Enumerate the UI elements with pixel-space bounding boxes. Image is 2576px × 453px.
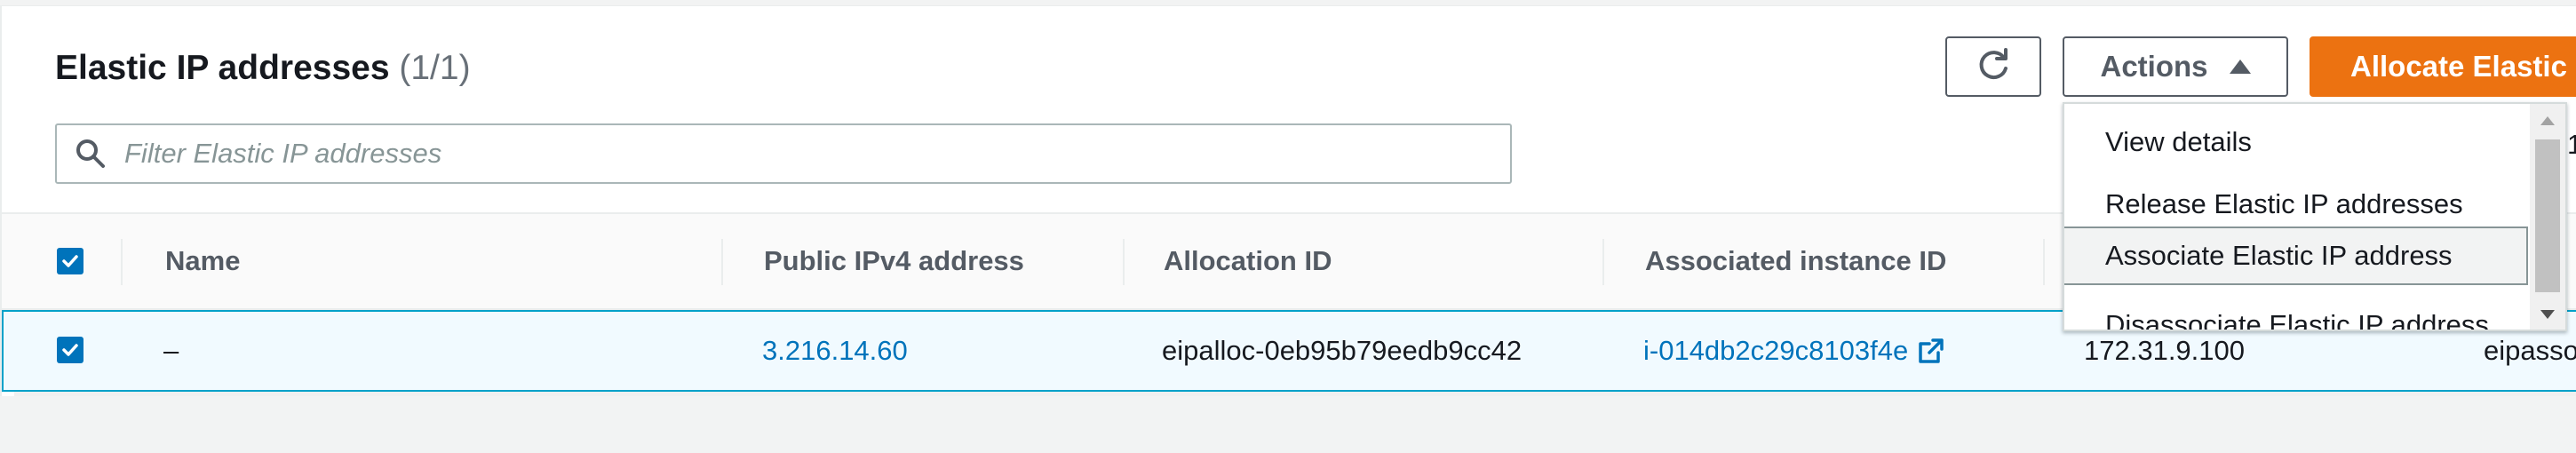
search-icon — [76, 139, 105, 168]
row-checkbox[interactable] — [57, 337, 83, 363]
elastic-ip-panel: Elastic IP addresses (1/1) Actions Alloc… — [0, 5, 2576, 396]
selection-count: (1/1) — [399, 49, 471, 87]
allocate-elastic-ip-button[interactable]: Allocate Elastic IP address — [2310, 36, 2576, 97]
menu-scrollbar-thumb[interactable] — [2535, 139, 2560, 292]
column-header-associated-instance-id[interactable]: Associated instance ID — [1645, 214, 1946, 308]
horizontal-scrollbar[interactable] — [14, 392, 2576, 396]
page-title-text: Elastic IP addresses — [55, 49, 390, 87]
checkmark-icon — [62, 344, 78, 356]
caret-up-icon — [2229, 60, 2251, 74]
cell-allocation-id: eipalloc-0eb95b79eedb9cc42 — [1162, 335, 1523, 366]
scroll-down-arrow-icon[interactable] — [2540, 310, 2555, 319]
actions-dropdown-menu: View details Release Elastic IP addresse… — [2063, 102, 2567, 331]
menu-item-associate-eip[interactable]: Associate Elastic IP address — [2064, 226, 2528, 285]
instance-id-text: i-014db2c29c8103f4e — [1643, 335, 1909, 366]
cell-name: – — [163, 335, 179, 366]
allocate-button-label: Allocate Elastic IP address — [2350, 50, 2576, 83]
filter-input[interactable] — [124, 125, 1510, 182]
column-divider[interactable] — [721, 239, 723, 285]
scroll-up-arrow-icon[interactable] — [2540, 116, 2555, 125]
external-link-icon — [1919, 338, 1944, 363]
refresh-button[interactable] — [1945, 36, 2041, 97]
pagination-page-number[interactable]: 1 — [2567, 129, 2576, 161]
filter-box[interactable] — [55, 123, 1512, 184]
page-title: Elastic IP addresses (1/1) — [55, 49, 471, 88]
actions-button[interactable]: Actions — [2063, 36, 2288, 97]
column-divider[interactable] — [2043, 239, 2045, 285]
column-header-public-ipv4[interactable]: Public IPv4 address — [764, 214, 1024, 308]
actions-button-label: Actions — [2100, 50, 2208, 83]
column-divider — [121, 239, 123, 285]
column-divider[interactable] — [1602, 239, 1604, 285]
select-all-checkbox[interactable] — [57, 248, 83, 274]
menu-item-disassociate-eip[interactable]: Disassociate Elastic IP address — [2064, 296, 2530, 330]
refresh-icon — [1979, 48, 2008, 80]
menu-item-view-details[interactable]: View details — [2064, 113, 2530, 171]
menu-scrollbar[interactable] — [2530, 104, 2565, 330]
cell-instance-id-link[interactable]: i-014db2c29c8103f4e — [1643, 312, 1945, 390]
column-header-allocation-id[interactable]: Allocation ID — [1164, 214, 1332, 308]
cell-public-ip-link[interactable]: 3.216.14.60 — [762, 312, 908, 390]
menu-item-release-eip[interactable]: Release Elastic IP addresses — [2064, 175, 2530, 234]
column-header-name[interactable]: Name — [165, 214, 240, 308]
checkmark-icon — [62, 255, 78, 267]
column-divider[interactable] — [1123, 239, 1125, 285]
